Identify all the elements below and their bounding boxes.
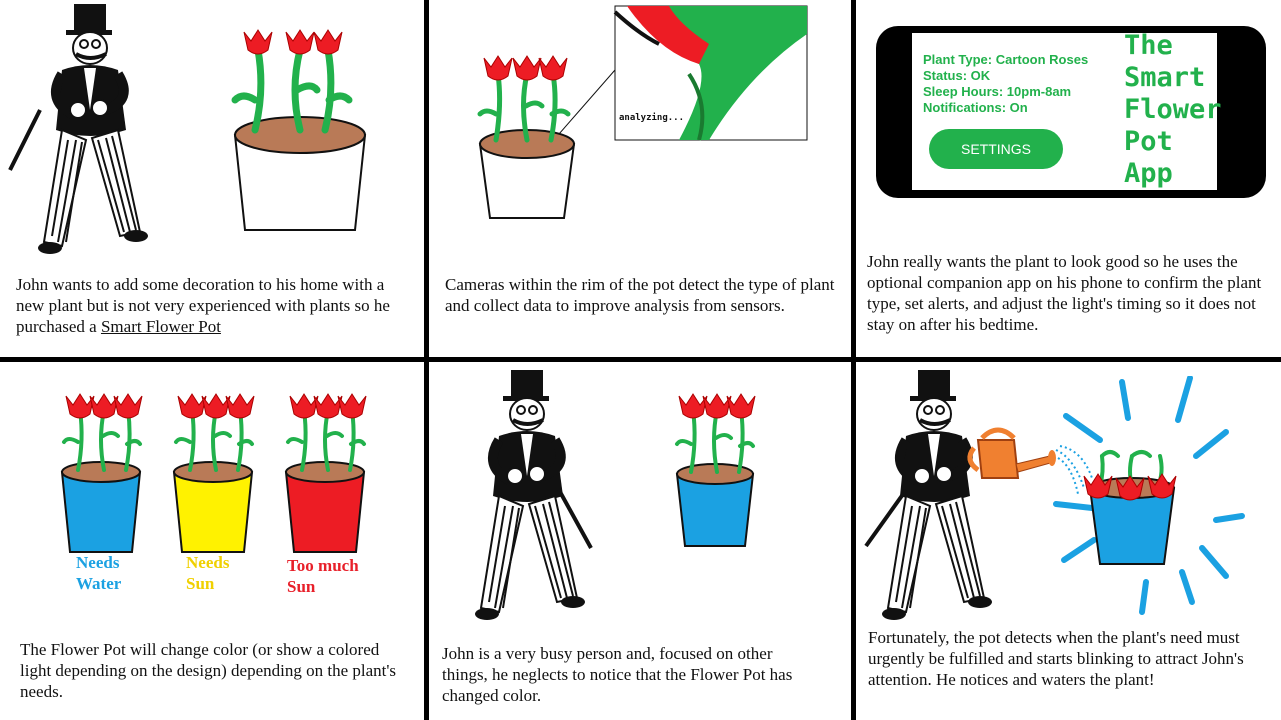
analyzing-label: analyzing... xyxy=(619,113,685,123)
app-title-line: App xyxy=(1124,158,1173,189)
needs-water-label: Needs Water xyxy=(76,552,121,594)
app-title-line: Smart xyxy=(1124,62,1206,93)
panel-2-caption: Cameras within the rim of the pot detect… xyxy=(445,275,835,315)
blue-pot-illustration xyxy=(675,393,756,547)
needs-sun-line2: Sun xyxy=(186,574,215,593)
notifications-text: Notifications: On xyxy=(923,100,1028,115)
man-illustration xyxy=(8,0,200,270)
panel-1: John wants to add some decoration to his… xyxy=(0,0,424,357)
app-title-line: Flower xyxy=(1124,94,1222,125)
busy-man-illustration xyxy=(429,370,593,630)
too-much-sun-label: Too much Sun xyxy=(287,555,359,597)
plant-type-text: Plant Type: Cartoon Roses xyxy=(923,52,1089,67)
panel-2: analyzing... Cameras within the rim of t… xyxy=(429,0,851,357)
panel-4-caption: The Flower Pot will change color (or sho… xyxy=(20,640,397,701)
panel-5-caption: John is a very busy person and, focused … xyxy=(442,644,793,705)
sleep-hours-text: Sleep Hours: 10pm-8am xyxy=(923,84,1072,99)
settings-button[interactable]: SETTINGS xyxy=(929,129,1063,169)
panel-3: Plant Type: Cartoon Roses Status: OK Sle… xyxy=(856,0,1281,357)
too-much-sun-line2: Sun xyxy=(287,577,316,596)
blinking-pot-illustration xyxy=(1053,376,1245,615)
panel-1-caption: John wants to add some decoration to his… xyxy=(16,274,416,337)
app-title-line: Pot xyxy=(1124,126,1173,157)
watering-man-illustration xyxy=(864,370,1036,630)
camera-zoom-callout xyxy=(559,5,808,141)
panel-3-caption: John really wants the plant to look good… xyxy=(867,252,1262,334)
plant-pot-illustration xyxy=(231,29,367,231)
needs-sun-line1: Needs xyxy=(186,553,230,572)
needs-water-line1: Needs xyxy=(76,553,120,572)
smart-flower-pot-link: Smart Flower Pot xyxy=(100,317,221,336)
status-text: Status: OK xyxy=(923,68,991,83)
needs-sun-label: Needs Sun xyxy=(186,552,229,594)
needs-water-line2: Water xyxy=(76,574,122,593)
panel-4: Needs Water Needs Sun Too much Sun The F… xyxy=(0,362,424,720)
panel-6: Fortunately, the pot detects when the pl… xyxy=(856,362,1281,720)
panel-5: John is a very busy person and, focused … xyxy=(429,362,851,720)
too-much-sun-line1: Too much xyxy=(287,556,359,575)
app-title: The Smart Flower Pot App xyxy=(1124,30,1222,190)
app-title-line: The xyxy=(1124,30,1173,61)
panel-6-caption: Fortunately, the pot detects when the pl… xyxy=(868,628,1244,689)
